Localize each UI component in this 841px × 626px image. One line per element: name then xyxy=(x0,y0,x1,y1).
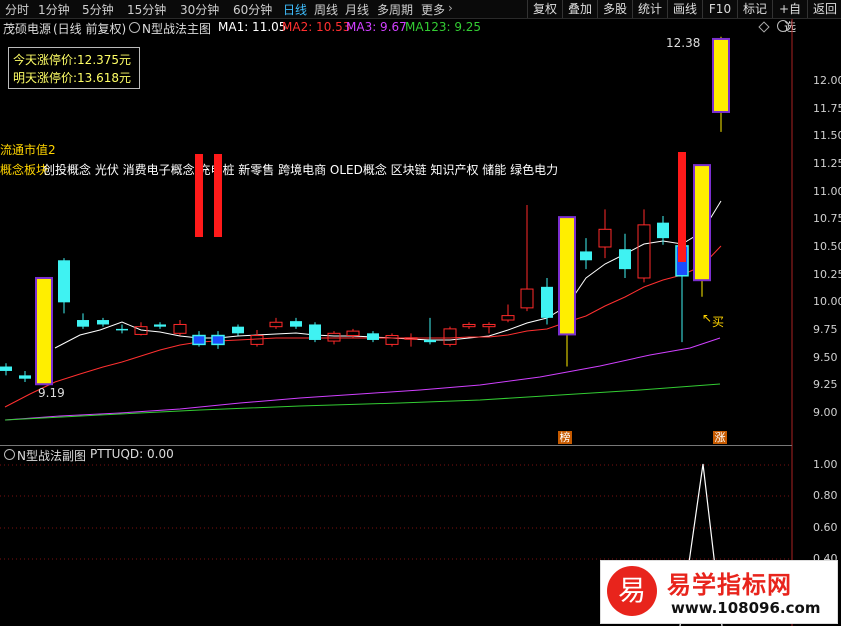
price-tick-label: 11.00 xyxy=(813,184,841,198)
sub-indicator-value: PTTUQD: 0.00 xyxy=(90,447,174,461)
low-price-label: 9.19 xyxy=(38,386,65,400)
candle-limit-up xyxy=(35,276,53,386)
price-tick-label: 12.00 xyxy=(813,74,841,87)
candle-body-down xyxy=(58,260,70,303)
price-tick-label: 10.25 xyxy=(813,267,841,281)
candle-body-blue xyxy=(192,334,206,346)
price-tick-label: 10.75 xyxy=(813,212,841,226)
price-tick-label: 9.50 xyxy=(813,350,838,364)
sub-tick-label: 0.60 xyxy=(813,521,838,534)
candle-body-up xyxy=(501,315,515,321)
candle-body-down xyxy=(232,326,244,334)
signal-bar xyxy=(214,154,222,237)
signal-bar xyxy=(195,154,203,237)
signal-bar xyxy=(678,152,686,262)
sub-tick-label: 0.80 xyxy=(813,489,838,502)
candle-body-down xyxy=(154,324,166,327)
candle-body-down xyxy=(541,286,553,318)
candle-body-down xyxy=(77,320,89,327)
price-tick-label: 10.50 xyxy=(813,240,841,253)
logo-brand: 易学指标网 xyxy=(667,571,792,599)
candle-body-up xyxy=(462,323,476,328)
candle-body-down xyxy=(97,320,109,325)
ma123-line xyxy=(4,383,721,421)
candle-body-down xyxy=(367,333,379,340)
candle-body-down xyxy=(580,251,592,261)
ma2-line xyxy=(4,245,722,408)
price-tick-label: 9.00 xyxy=(813,406,838,419)
logo-url: www.108096.com xyxy=(671,599,821,617)
ma3-line xyxy=(4,337,721,421)
candle-body-up xyxy=(520,288,534,309)
candle-body-up xyxy=(385,335,399,345)
candle-body-up xyxy=(482,323,496,328)
candle-body-down xyxy=(19,375,31,379)
price-tick-label: 11.25 xyxy=(813,157,841,170)
buy-signal-label: 买 xyxy=(712,315,725,329)
candle-limit-up xyxy=(558,216,576,336)
price-tick-label: 9.25 xyxy=(813,378,838,392)
sub-tick-label: 1.00 xyxy=(813,458,838,471)
candle-body-down xyxy=(0,366,12,371)
candle-body-up xyxy=(346,330,360,337)
panel-separator xyxy=(0,445,792,446)
price-tick-label: 11.50 xyxy=(813,129,841,143)
candle-body-up xyxy=(598,228,612,248)
bang-marker: 榜 xyxy=(558,431,572,444)
candle-body-up xyxy=(173,323,187,334)
candle-body-down xyxy=(657,222,669,239)
candle-body-down xyxy=(309,324,321,340)
candle-body-up xyxy=(443,328,457,345)
sub-settings-circle-icon[interactable] xyxy=(4,449,15,460)
candle-body-up xyxy=(250,335,264,345)
price-tick-label: 11.75 xyxy=(813,101,841,115)
logo-glyph: 易 xyxy=(607,566,657,616)
sub-indicator-name[interactable]: N型战法副图 xyxy=(17,447,86,464)
candle-body-down xyxy=(424,339,436,343)
candle-body-down xyxy=(116,328,128,331)
price-tick-label: 10.00 xyxy=(813,295,841,309)
zhang-marker: 涨 xyxy=(713,431,727,444)
candle-limit-up xyxy=(693,164,711,282)
arrow-up-left-icon: ↖ xyxy=(702,311,713,325)
price-tick-label: 9.75 xyxy=(813,323,838,336)
candle-body-up xyxy=(327,332,341,342)
watermark-logo: 易 易学指标网 www.108096.com xyxy=(600,560,838,624)
candle-body-blue xyxy=(211,334,225,346)
candle-limit-up xyxy=(712,37,730,113)
candle-body-down xyxy=(290,321,302,327)
candle-body-up xyxy=(637,224,651,279)
candle-body-down xyxy=(619,249,631,270)
candle-body-up xyxy=(269,321,283,328)
high-price-label: 12.38 xyxy=(666,36,701,50)
